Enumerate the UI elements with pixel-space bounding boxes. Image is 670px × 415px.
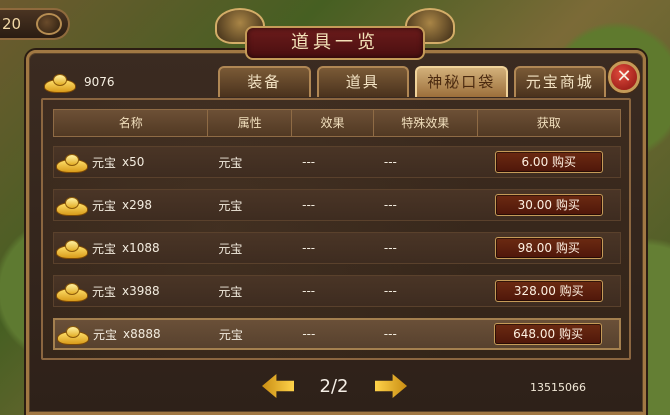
table-row[interactable]: 元宝 x298 元宝 --- --- 30.00 购买 [53,189,621,221]
column-header-attribute: 属性 [208,110,293,136]
buy-button[interactable]: 648.00 购买 [494,323,603,345]
tab-gold-shop[interactable]: 元宝商城 [513,66,606,97]
table-row[interactable]: 元宝 x50 元宝 --- --- 6.00 购买 [53,146,621,178]
item-special-effect: --- [383,155,397,169]
buy-button[interactable]: 98.00 购买 [494,237,603,259]
item-name: 元宝 [92,155,117,170]
item-obtain-cell: 328.00 购买 [478,280,620,302]
item-special-effect: --- [383,241,397,255]
item-name: 元宝 [92,241,117,256]
item-name-cell: 元宝 x298 [54,196,208,216]
table-row[interactable]: 元宝 x1088 元宝 --- --- 98.00 购买 [53,232,621,264]
item-attribute: 元宝 [218,241,243,256]
header: 道具一览 [215,8,455,60]
item-attribute: 元宝 [218,284,243,299]
item-effect: --- [302,198,316,212]
player-id: 13515066 [530,381,586,394]
dragon-emblem-icon [36,13,62,35]
gold-ingot-icon [56,196,88,216]
table-header: 名称 属性 效果 特殊效果 获取 [53,109,621,137]
item-attribute: 元宝 [218,198,243,213]
item-obtain-cell: 30.00 购买 [478,194,620,216]
tab-equipment[interactable]: 装备 [218,66,311,97]
item-name: 元宝 [92,198,117,213]
item-effect: --- [302,327,316,341]
column-header-special-effect: 特殊效果 [374,110,478,136]
close-icon: ✕ [616,66,632,87]
tab-bar: 装备 道具 神秘口袋 元宝商城 [218,66,606,98]
column-header-obtain: 获取 [536,116,561,130]
item-special-effect: --- [383,284,397,298]
item-quantity: x3988 [122,284,160,298]
gold-ingot-icon [56,282,88,302]
gold-amount: 9076 [84,75,115,89]
close-button[interactable]: ✕ [608,61,640,93]
item-obtain-cell: 98.00 购买 [478,237,620,259]
item-quantity: x1088 [122,241,160,255]
buy-button[interactable]: 328.00 购买 [494,280,603,302]
item-attribute: 元宝 [218,327,243,342]
page-indicator: 2/2 [319,376,349,397]
tab-mystery-bag[interactable]: 神秘口袋 [415,66,508,97]
gold-balance: 9076 [44,70,115,94]
item-name: 元宝 [92,284,117,299]
item-quantity: x50 [122,155,145,169]
table-row[interactable]: 元宝 x3988 元宝 --- --- 328.00 购买 [53,275,621,307]
item-effect: --- [302,155,316,169]
gold-ingot-icon [56,153,88,173]
buy-button[interactable]: 6.00 购买 [494,151,603,173]
items-table: 名称 属性 效果 特殊效果 获取 元宝 x50 元宝 --- --- 6.00 … [41,98,631,360]
gold-ingot-icon [57,325,89,345]
gold-ingot-icon [44,73,76,93]
buy-button[interactable]: 30.00 购买 [494,194,603,216]
item-effect: --- [302,284,316,298]
item-name: 元宝 [93,327,118,342]
item-obtain-cell: 6.00 购买 [478,151,620,173]
item-name-cell: 元宝 x50 [54,153,208,173]
column-header-name: 名称 [54,110,209,136]
column-header-effect: 效果 [292,110,374,136]
table-row[interactable]: 元宝 x8888 元宝 --- --- 648.00 购买 [53,318,621,350]
item-name-cell: 元宝 x1088 [54,239,208,259]
item-special-effect: --- [383,198,397,212]
window-title: 道具一览 [245,26,425,60]
item-effect: --- [302,241,316,255]
item-quantity: x8888 [123,327,161,341]
tab-items[interactable]: 道具 [316,66,409,97]
level-badge: 20 [0,8,70,40]
item-name-cell: 元宝 x8888 [55,325,209,345]
item-name-cell: 元宝 x3988 [54,282,208,302]
item-attribute: 元宝 [218,155,243,170]
level-text: 20 [2,15,22,33]
gold-ingot-icon [56,239,88,259]
item-quantity: x298 [122,198,153,212]
item-special-effect: --- [383,327,397,341]
item-obtain-cell: 648.00 购买 [477,323,619,345]
